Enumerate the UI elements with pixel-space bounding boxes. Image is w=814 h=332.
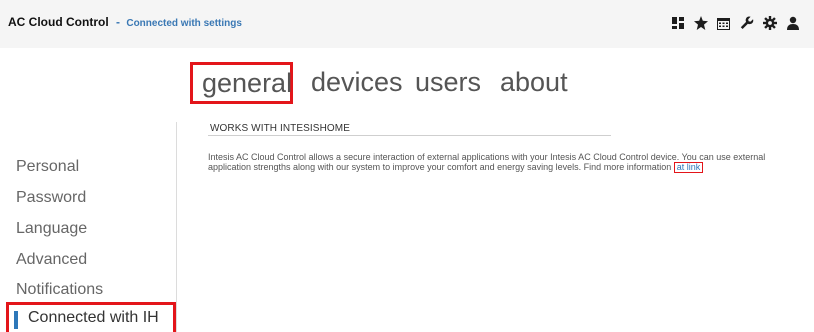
calendar-icon[interactable] <box>712 13 735 33</box>
sidebar-divider <box>176 122 177 332</box>
toolbar-icons <box>666 13 804 33</box>
sidebar-item-notifications[interactable]: Notifications <box>16 281 103 299</box>
gear-icon[interactable] <box>758 13 781 33</box>
sidebar-item-advanced[interactable]: Advanced <box>16 251 87 269</box>
tab-devices[interactable]: devices <box>311 62 403 104</box>
section-divider <box>208 135 611 136</box>
app-subtitle: Connected with settings <box>126 18 242 29</box>
tab-about[interactable]: about <box>500 62 568 104</box>
active-indicator <box>14 311 18 329</box>
app-title: AC Cloud Control <box>8 15 109 29</box>
user-icon[interactable] <box>781 13 804 33</box>
sidebar-item-password[interactable]: Password <box>16 189 86 207</box>
more-info-link[interactable]: at link <box>673 162 704 173</box>
section-description: Intesis AC Cloud Control allows a secure… <box>208 152 808 173</box>
tab-general[interactable]: general <box>190 62 293 104</box>
title-separator: - <box>116 15 120 29</box>
sidebar-item-label: Connected with IH <box>28 309 159 326</box>
tab-users[interactable]: users <box>415 62 481 104</box>
sidebar-item-personal[interactable]: Personal <box>16 158 79 176</box>
star-icon[interactable] <box>689 13 712 33</box>
top-bar: AC Cloud Control - Connected with settin… <box>0 0 814 48</box>
app-brand: AC Cloud Control - Connected with settin… <box>8 15 242 29</box>
sidebar-item-language[interactable]: Language <box>16 220 87 238</box>
dashboard-icon[interactable] <box>666 13 689 33</box>
wrench-icon[interactable] <box>735 13 758 33</box>
section-title: WORKS WITH INTESISHOME <box>210 123 350 134</box>
sidebar-item-connected-with-ih[interactable]: Connected with IH <box>6 302 176 332</box>
